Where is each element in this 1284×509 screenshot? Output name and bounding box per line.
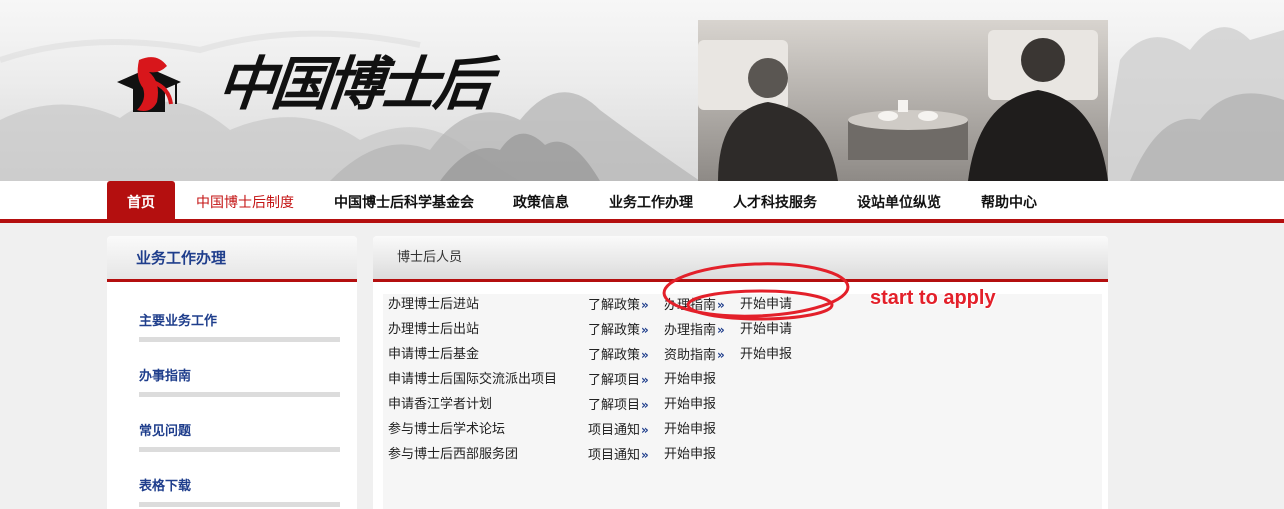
item-name: 参与博士后西部服务团 [388, 447, 519, 462]
start-declare-link[interactable]: 开始申报 [664, 370, 716, 390]
list-item: 参与博士后西部服务团 项目通知» 开始申报 [383, 445, 1102, 465]
item-name: 参与博士后学术论坛 [388, 422, 506, 437]
start-declare-link[interactable]: 开始申报 [740, 345, 792, 365]
historical-photo [698, 20, 1108, 181]
site-title: 中国博士后 [214, 50, 492, 118]
arrow-icon: » [641, 298, 649, 312]
list-item: 申请香江学者计划 了解项目» 开始申报 [383, 395, 1102, 415]
main-nav: 首页 中国博士后制度 中国博士后科学基金会 政策信息 业务工作办理 人才科技服务… [0, 181, 1284, 223]
arrow-icon: » [717, 348, 725, 362]
annotation-circle [662, 262, 850, 321]
nav-postdoc-system[interactable]: 中国博士后制度 [196, 181, 294, 223]
nav-policy-info[interactable]: 政策信息 [513, 181, 569, 223]
header-banner: 中国博士后 [0, 0, 1284, 181]
site-logo-icon[interactable] [113, 52, 185, 118]
sidebar-link-faq[interactable]: 常见问题 [139, 422, 340, 452]
project-info-link[interactable]: 了解项目» [588, 370, 649, 391]
policy-link[interactable]: 了解政策» [588, 345, 649, 366]
policy-link[interactable]: 了解政策» [588, 320, 649, 341]
item-name: 办理博士后进站 [388, 297, 480, 312]
nav-business-handling[interactable]: 业务工作办理 [609, 181, 693, 223]
project-notice-link[interactable]: 项目通知» [588, 420, 649, 441]
item-name: 办理博士后出站 [388, 322, 480, 337]
project-info-link[interactable]: 了解项目» [588, 395, 649, 416]
sidebar-link-forms-download[interactable]: 表格下载 [139, 477, 340, 507]
list-item: 申请博士后基金 了解政策» 资助指南» 开始申报 [383, 345, 1102, 365]
annotation-label: start to apply [870, 287, 996, 309]
item-name: 申请博士后基金 [388, 347, 480, 362]
funding-guide-link[interactable]: 资助指南» [664, 345, 725, 366]
sidebar-link-main-business[interactable]: 主要业务工作 [139, 312, 340, 342]
start-declare-link[interactable]: 开始申报 [664, 445, 716, 465]
nav-station-overview[interactable]: 设站单位纵览 [857, 181, 941, 223]
list-item: 申请博士后国际交流派出项目 了解项目» 开始申报 [383, 370, 1102, 390]
start-declare-link[interactable]: 开始申报 [664, 420, 716, 440]
nav-home[interactable]: 首页 [107, 181, 175, 223]
item-name: 申请香江学者计划 [388, 397, 493, 412]
sidebar-title: 业务工作办理 [107, 236, 357, 282]
arrow-icon: » [641, 323, 649, 337]
project-notice-link[interactable]: 项目通知» [588, 445, 649, 466]
nav-science-foundation[interactable]: 中国博士后科学基金会 [334, 181, 474, 223]
policy-link[interactable]: 了解政策» [588, 295, 649, 316]
item-name: 申请博士后国际交流派出项目 [388, 372, 558, 387]
arrow-icon: » [641, 373, 649, 387]
sidebar-link-guide[interactable]: 办事指南 [139, 367, 340, 397]
arrow-icon: » [641, 348, 649, 362]
sidebar: 业务工作办理 主要业务工作 办事指南 常见问题 表格下载 [107, 236, 357, 509]
nav-help-center[interactable]: 帮助中心 [981, 181, 1037, 223]
arrow-icon: » [641, 398, 649, 412]
start-declare-link[interactable]: 开始申报 [664, 395, 716, 415]
list-item: 参与博士后学术论坛 项目通知» 开始申报 [383, 420, 1102, 440]
arrow-icon: » [641, 423, 649, 437]
arrow-icon: » [641, 448, 649, 462]
nav-talent-services[interactable]: 人才科技服务 [733, 181, 817, 223]
